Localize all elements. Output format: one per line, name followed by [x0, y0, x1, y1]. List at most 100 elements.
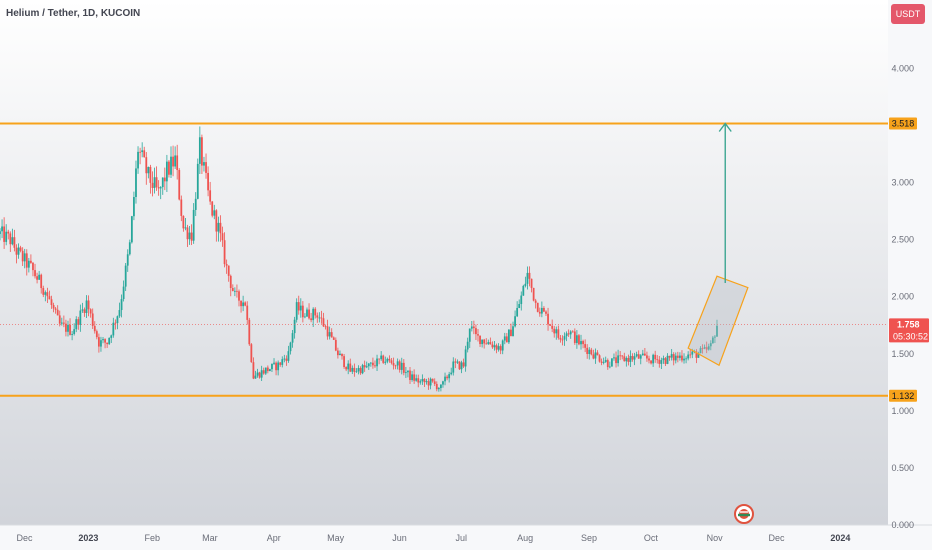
candle-body	[100, 340, 102, 347]
candle-body	[421, 378, 424, 382]
candle-body	[419, 381, 422, 383]
candle-body	[11, 237, 14, 245]
candle-body	[569, 331, 572, 335]
candle-body	[487, 342, 490, 344]
candle-body	[116, 316, 119, 324]
candle-body	[351, 367, 354, 372]
candle-body	[538, 311, 541, 314]
candle-body	[660, 360, 663, 364]
candle-body	[15, 247, 18, 255]
candle-body	[271, 363, 273, 370]
x-tick-label: Mar	[202, 533, 218, 543]
candle-body	[295, 302, 298, 320]
candle-body	[118, 310, 121, 317]
candle-body	[79, 310, 82, 325]
candle-body	[330, 332, 333, 338]
candle-body	[462, 362, 465, 367]
candle-body	[141, 150, 144, 153]
candle-body	[411, 374, 413, 380]
candle-body	[613, 357, 615, 359]
candle-body	[7, 231, 10, 234]
candle-body	[594, 352, 597, 359]
candle-body	[676, 355, 679, 358]
candle-body	[635, 354, 638, 357]
candle-body	[287, 351, 290, 361]
candle-body	[77, 319, 80, 325]
candle-body	[227, 265, 230, 276]
candle-body	[431, 378, 434, 382]
candle-body	[304, 316, 306, 318]
candle-body	[198, 137, 201, 164]
y-tick-label: 0.500	[891, 463, 914, 473]
y-tick-label: 2.000	[891, 292, 914, 302]
candle-body	[83, 309, 86, 314]
candle-body	[429, 378, 432, 386]
x-tick-label: Oct	[644, 533, 659, 543]
candle-body	[468, 328, 471, 342]
candle-body	[188, 232, 191, 240]
candle-body	[489, 342, 492, 345]
candle-body	[97, 337, 100, 347]
candle-body	[299, 305, 302, 311]
candle-body	[217, 222, 220, 232]
candle-body	[110, 335, 113, 338]
candle-body	[264, 367, 267, 374]
candle-body	[316, 315, 319, 318]
candle-body	[547, 313, 549, 325]
candle-body	[681, 355, 683, 361]
logo-icon[interactable]	[734, 504, 754, 524]
candle-body	[376, 358, 378, 367]
candle-body	[359, 367, 362, 374]
candle-body	[93, 325, 96, 332]
candle-body	[417, 378, 420, 383]
candle-body	[223, 240, 226, 265]
candle-body	[85, 300, 88, 314]
candle-body	[203, 162, 205, 166]
candle-body	[670, 354, 673, 358]
currency-button[interactable]: USDT	[891, 4, 925, 24]
candle-body	[425, 381, 428, 383]
candle-body	[452, 361, 455, 373]
candle-body	[50, 299, 53, 305]
candle-body	[254, 375, 257, 379]
candle-body	[36, 276, 38, 280]
candle-body	[153, 177, 156, 188]
candle-body	[126, 254, 129, 266]
candle-body	[318, 317, 321, 319]
candle-body	[192, 209, 195, 241]
candle-body	[464, 349, 467, 367]
candle-body	[213, 210, 216, 216]
candle-body	[266, 367, 269, 372]
candle-body	[561, 339, 564, 341]
candle-body	[625, 357, 628, 362]
candle-body	[388, 358, 391, 361]
candle-body	[60, 322, 63, 324]
candle-body	[666, 355, 669, 364]
candle-body	[65, 323, 67, 332]
x-tick-label: Nov	[707, 533, 724, 543]
candle-body	[135, 168, 137, 197]
candle-body	[353, 367, 356, 372]
candle-body	[87, 300, 90, 310]
candle-body	[534, 300, 537, 303]
x-tick-label: Jul	[456, 533, 468, 543]
candle-body	[505, 336, 508, 343]
candle-body	[497, 346, 500, 350]
x-tick-label: 2023	[78, 533, 98, 543]
candle-body	[646, 355, 648, 359]
candle-body	[89, 309, 92, 314]
candle-body	[56, 309, 59, 316]
price-chart[interactable]: 0.000 0.500 1.000 1.500 2.000 2.500 3.000 4.000…	[0, 0, 932, 550]
candle-body	[689, 354, 692, 356]
candle-body	[407, 370, 409, 373]
candle-body	[639, 355, 642, 359]
candle-body	[637, 354, 640, 359]
candle-body	[627, 357, 630, 362]
candle-body	[277, 362, 280, 371]
level-price-label: 3.518	[892, 118, 915, 128]
candle-body	[240, 300, 242, 307]
candle-body	[21, 250, 24, 262]
candle-body	[563, 336, 566, 340]
candle-body	[308, 309, 310, 319]
candle-body	[95, 331, 98, 338]
